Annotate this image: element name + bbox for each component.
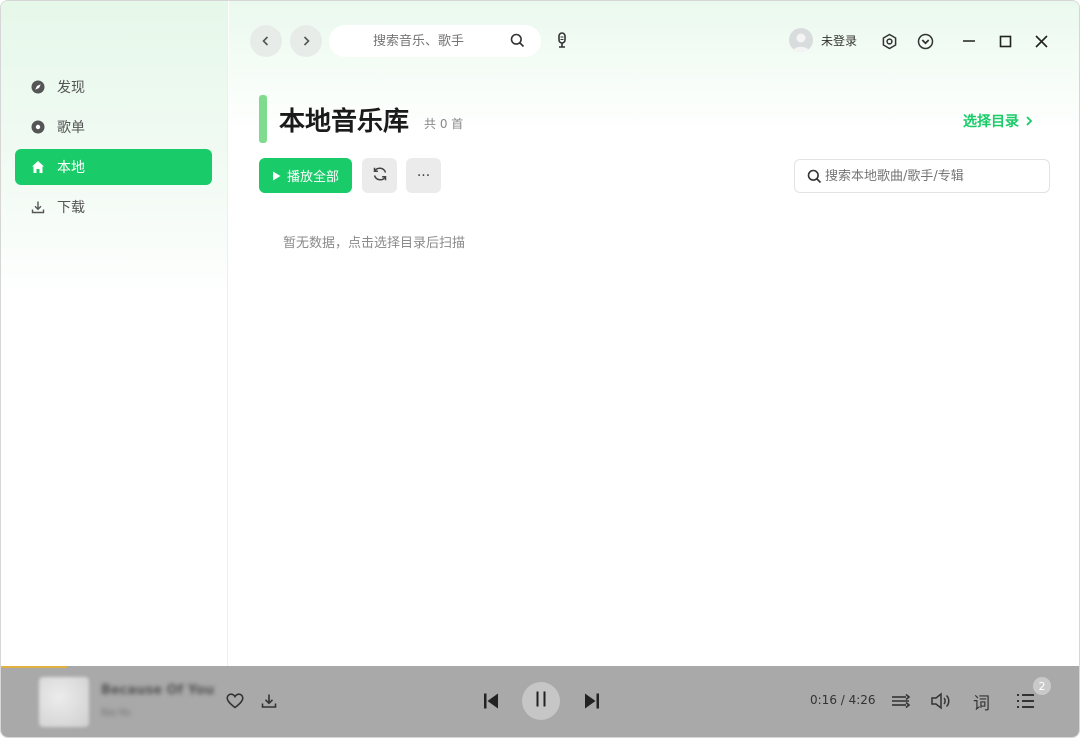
play-all-label: 播放全部	[286, 170, 339, 185]
search-box	[329, 25, 541, 57]
song-title[interactable]: Because Of You	[101, 683, 214, 698]
sidebar-item-label: 发现	[57, 80, 85, 96]
app-window: 发现 歌单 本地 下载 搜索音乐、歌手 未登录 本地音乐库 共 0 首 选择目录…	[0, 0, 1080, 738]
refresh-icon	[372, 166, 388, 186]
song-artist[interactable]: Ne-Yo	[101, 706, 131, 719]
close-icon[interactable]	[1031, 31, 1051, 51]
avatar	[789, 28, 813, 52]
volume-icon[interactable]	[930, 690, 952, 712]
back-button[interactable]	[250, 25, 282, 57]
previous-track-icon[interactable]	[480, 690, 502, 712]
play-all-button[interactable]: 播放全部	[259, 158, 352, 193]
select-directory-link[interactable]: 选择目录	[963, 111, 1033, 131]
sidebar-item-download[interactable]: 下载	[15, 189, 212, 225]
theme-icon[interactable]	[915, 31, 935, 51]
compass-icon	[31, 80, 45, 94]
sidebar-nav: 发现 歌单 本地 下载	[15, 69, 212, 229]
title-accent-bar	[259, 95, 267, 143]
local-search-box	[794, 159, 1050, 193]
more-button[interactable]: ···	[406, 158, 441, 193]
next-track-icon[interactable]	[581, 690, 603, 712]
sidebar-item-label: 歌单	[57, 120, 85, 136]
pause-button[interactable]	[522, 682, 560, 720]
forward-button[interactable]	[290, 25, 322, 57]
maximize-icon[interactable]	[995, 31, 1015, 51]
settings-icon[interactable]	[879, 31, 899, 51]
sidebar-item-local[interactable]: 本地	[15, 149, 212, 185]
download-icon	[31, 200, 45, 214]
queue-count-badge: 2	[1033, 677, 1051, 695]
playlist-queue-icon[interactable]	[1014, 690, 1036, 712]
player-bar: Because Of You Ne-Yo 0:16 / 4:26 词 2	[1, 666, 1079, 737]
album-cover[interactable]	[39, 677, 89, 727]
local-search-input[interactable]	[825, 168, 1045, 184]
playback-time: 0:16 / 4:26	[810, 693, 876, 707]
play-icon	[272, 171, 281, 181]
sidebar-item-label: 本地	[57, 160, 85, 176]
microphone-icon[interactable]	[556, 32, 568, 53]
sidebar-item-playlists[interactable]: 歌单	[15, 109, 212, 145]
download-icon[interactable]	[258, 690, 280, 712]
sidebar-item-discover[interactable]: 发现	[15, 69, 212, 105]
refresh-button[interactable]	[362, 158, 397, 193]
pause-icon	[534, 690, 548, 712]
song-count: 共 0 首	[424, 117, 464, 131]
sidebar-item-label: 下载	[57, 200, 85, 216]
user-login[interactable]: 未登录	[789, 28, 857, 52]
home-icon	[31, 160, 45, 174]
heart-icon[interactable]	[224, 690, 246, 712]
chevron-right-icon	[1025, 115, 1033, 127]
playback-progress[interactable]	[1, 666, 67, 668]
user-label: 未登录	[821, 33, 858, 48]
play-mode-icon[interactable]	[890, 690, 912, 712]
chevron-right-icon	[300, 32, 312, 51]
more-icon: ···	[416, 167, 431, 184]
chevron-left-icon	[260, 32, 272, 51]
lyrics-button[interactable]: 词	[973, 689, 990, 714]
page-title: 本地音乐库	[279, 107, 410, 137]
search-input[interactable]	[329, 33, 499, 49]
main-panel: 未登录 本地音乐库 共 0 首 选择目录	[229, 1, 1079, 666]
top-bar: 未登录	[229, 1, 1079, 81]
search-icon[interactable]	[510, 33, 525, 52]
minimize-icon[interactable]	[959, 31, 979, 51]
select-directory-label: 选择目录	[963, 114, 1019, 130]
sidebar: 发现 歌单 本地 下载	[1, 1, 228, 666]
search-icon	[807, 169, 822, 188]
empty-state-text: 暂无数据，点击选择目录后扫描	[283, 236, 466, 251]
disc-icon	[31, 120, 45, 134]
